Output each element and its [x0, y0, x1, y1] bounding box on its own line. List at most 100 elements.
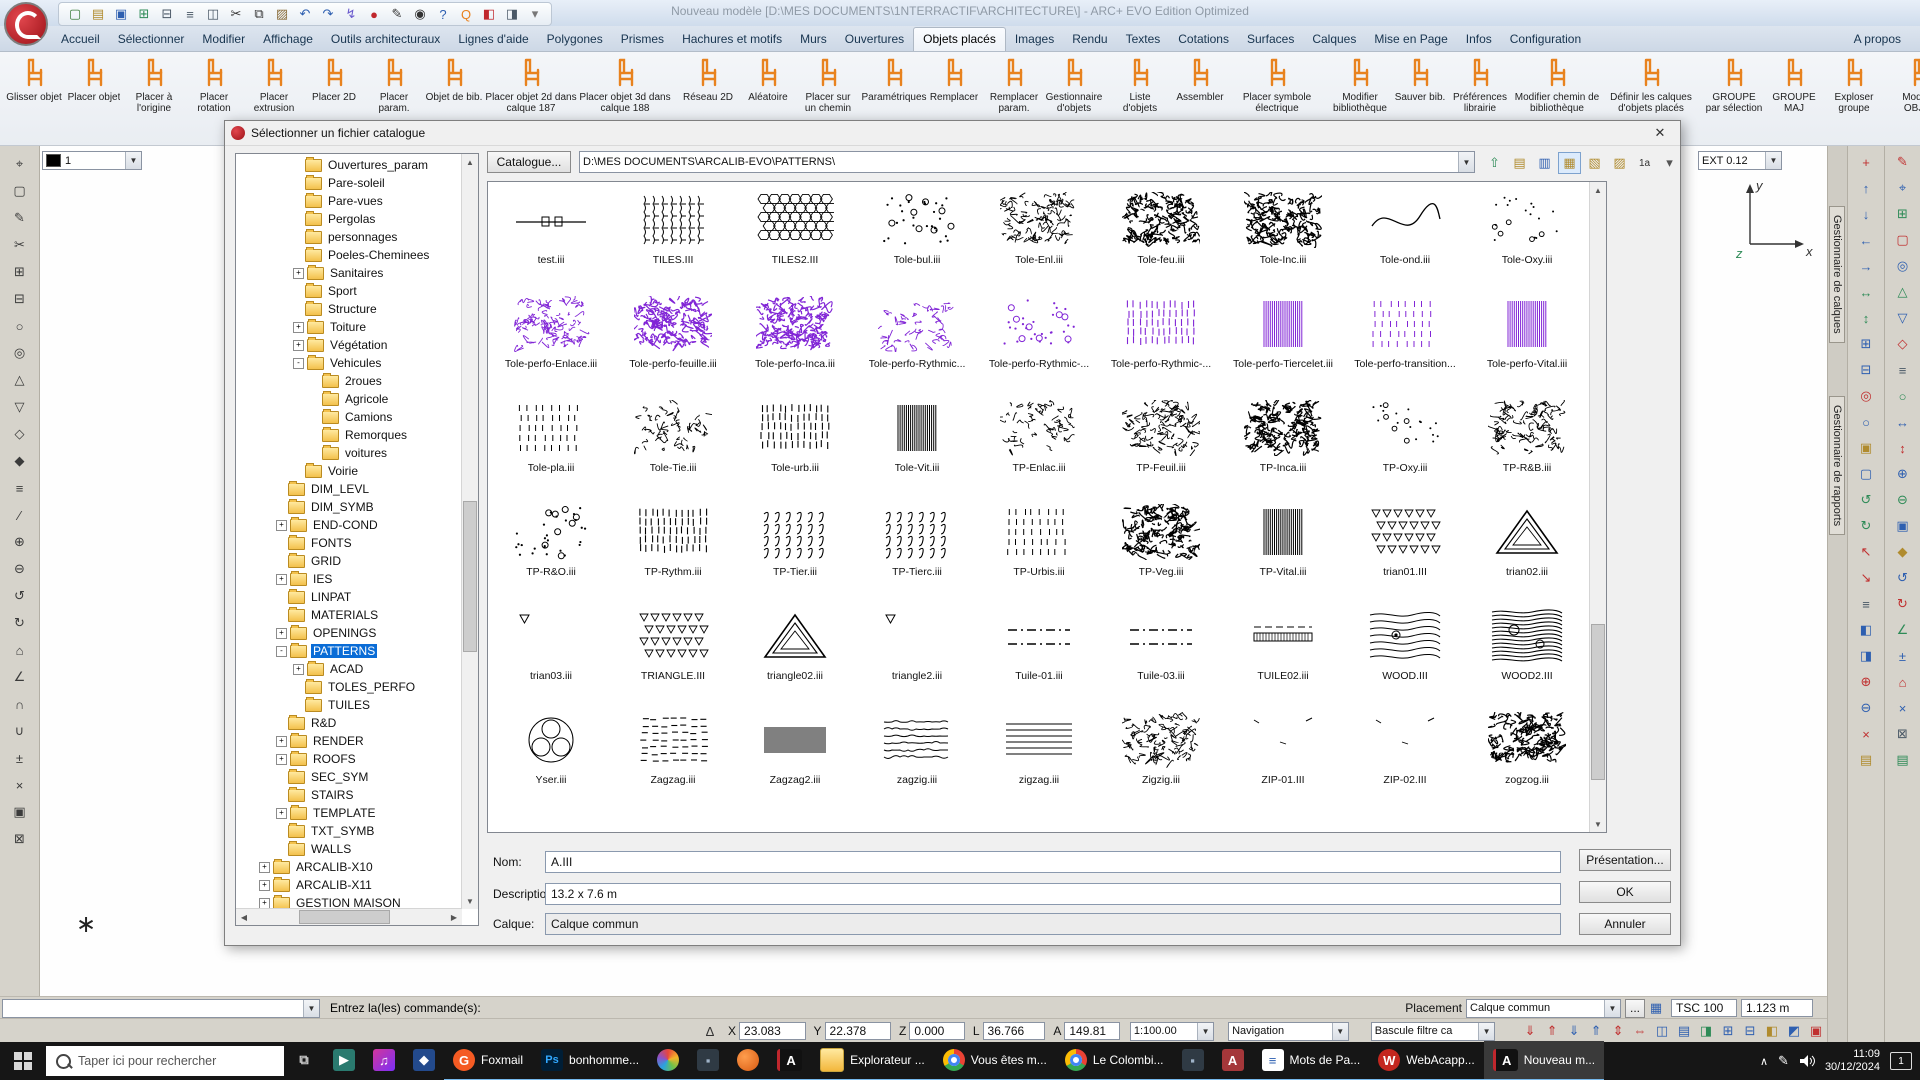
tab-accueil[interactable]: Accueil — [52, 28, 109, 51]
z-coordinate-field[interactable]: 0.000 — [909, 1022, 965, 1040]
ribbon-button-placer-l-origine[interactable]: Placer à l'origine — [124, 54, 184, 132]
right-tool-icon-col1-17[interactable]: ≡ — [1855, 594, 1877, 614]
expand-icon[interactable]: + — [293, 664, 304, 675]
new-folder-icon[interactable]: ▤ — [1508, 152, 1531, 174]
right-tool-icon-col2-19[interactable]: ± — [1892, 646, 1914, 666]
tree-item-fonts[interactable]: FONTS — [236, 534, 462, 552]
left-tool-icon-22[interactable]: ± — [9, 748, 31, 768]
pattern-item-tp-oxy-iii[interactable]: TP-Oxy.iii — [1344, 394, 1466, 498]
pattern-item-tp-inca-iii[interactable]: TP-Inca.iii — [1222, 394, 1344, 498]
taskbar-app-darkapp[interactable]: ▪ — [1173, 1041, 1213, 1080]
cancel-button[interactable]: Annuler — [1579, 913, 1671, 935]
right-tool-icon-col2-12[interactable]: ⊕ — [1892, 464, 1914, 484]
pattern-item-tiles2-iii[interactable]: TILES2.III — [734, 186, 856, 290]
status-icon-11[interactable]: ◧ — [1761, 1023, 1783, 1039]
tab-rendu[interactable]: Rendu — [1063, 28, 1116, 51]
right-tool-icon-col1-22[interactable]: × — [1855, 724, 1877, 744]
taskbar-app-vous-tes-m-[interactable]: Vous êtes m... — [934, 1041, 1056, 1080]
right-tool-icon-col1-2[interactable]: ↓ — [1855, 204, 1877, 224]
chevron-down-icon[interactable]: ▼ — [1604, 1000, 1620, 1017]
right-tool-icon-col2-6[interactable]: ▽ — [1892, 308, 1914, 328]
tab-gestionnaire-calques[interactable]: Gestionnaire de calques — [1829, 206, 1845, 343]
tree-item-toles-perfo[interactable]: TOLES_PERFO — [236, 678, 462, 696]
pattern-item-tole-vit-iii[interactable]: Tole-Vit.iii — [856, 394, 978, 498]
left-tool-icon-23[interactable]: × — [9, 775, 31, 795]
open-file-icon[interactable]: ▤ — [88, 5, 108, 23]
angle-field[interactable]: 149.81 — [1064, 1022, 1120, 1040]
pattern-item-tp-vital-iii[interactable]: TP-Vital.iii — [1222, 498, 1344, 602]
pattern-item-tole-inc-iii[interactable]: Tole-Inc.iii — [1222, 186, 1344, 290]
ribbon-button-placer-objet[interactable]: Placer objet — [64, 54, 124, 132]
pattern-item-wood-iii[interactable]: WOOD.III — [1344, 602, 1466, 706]
left-tool-icon-12[interactable]: ≡ — [9, 478, 31, 498]
left-tool-icon-21[interactable]: ∪ — [9, 721, 31, 741]
pattern-item-zip-01-iii[interactable]: ZIP-01.III — [1222, 706, 1344, 810]
left-tool-icon-20[interactable]: ∩ — [9, 694, 31, 714]
tree-item-acad[interactable]: +ACAD — [236, 660, 462, 678]
pattern-item-tole-pla-iii[interactable]: Tole-pla.iii — [490, 394, 612, 498]
right-tool-icon-col2-21[interactable]: × — [1892, 698, 1914, 718]
left-tool-icon-11[interactable]: ◆ — [9, 451, 31, 471]
expand-icon[interactable]: + — [276, 574, 287, 585]
right-tool-icon-col2-5[interactable]: △ — [1892, 282, 1914, 302]
tree-item-arcalib-x10[interactable]: +ARCALIB-X10 — [236, 858, 462, 876]
pattern-item-tuile-01-iii[interactable]: Tuile-01.iii — [978, 602, 1100, 706]
notification-center-icon[interactable]: 1 — [1890, 1052, 1912, 1070]
status-icon-7[interactable]: ▤ — [1673, 1023, 1695, 1039]
tab-images[interactable]: Images — [1006, 28, 1063, 51]
pattern-item-test-iii[interactable]: test.iii — [490, 186, 612, 290]
exit-icon[interactable]: ◨ — [502, 5, 522, 23]
description-field[interactable]: 13.2 x 7.6 m — [545, 883, 1561, 905]
tree-item-voitures[interactable]: voitures — [236, 444, 462, 462]
expand-icon[interactable]: + — [276, 754, 287, 765]
pattern-item-tole-perfo-feuille-iii[interactable]: Tole-perfo-feuille.iii — [612, 290, 734, 394]
tab-lignes-d-aide[interactable]: Lignes d'aide — [449, 28, 537, 51]
tab-modifier[interactable]: Modifier — [193, 28, 254, 51]
tree-item-end-cond[interactable]: +END-COND — [236, 516, 462, 534]
print-icon[interactable]: ⊟ — [157, 5, 177, 23]
tree-item-toiture[interactable]: +Toiture — [236, 318, 462, 336]
text-size-icon[interactable]: 1a — [1633, 152, 1656, 174]
nom-field[interactable]: A.III — [545, 851, 1561, 873]
status-icon-8[interactable]: ◨ — [1695, 1023, 1717, 1039]
tree-item-camions[interactable]: Camions — [236, 408, 462, 426]
right-tool-icon-col2-7[interactable]: ◇ — [1892, 334, 1914, 354]
tree-item-stairs[interactable]: STAIRS — [236, 786, 462, 804]
right-tool-icon-col2-8[interactable]: ≡ — [1892, 360, 1914, 380]
grid-vertical-scrollbar[interactable]: ▲ ▼ — [1589, 182, 1606, 832]
placement-calque-combobox[interactable]: Calque commun▼ — [1466, 999, 1621, 1018]
right-tool-icon-col1-23[interactable]: ▤ — [1855, 750, 1877, 770]
pattern-item-zigzag-iii[interactable]: zigzag.iii — [978, 706, 1100, 810]
left-tool-icon-8[interactable]: △ — [9, 370, 31, 390]
command-input[interactable]: ▼ — [2, 999, 320, 1018]
tab-infos[interactable]: Infos — [1457, 28, 1501, 51]
left-tool-icon-6[interactable]: ○ — [9, 316, 31, 336]
status-icon-6[interactable]: ◫ — [1651, 1023, 1673, 1039]
visibility-icon[interactable]: ◉ — [410, 5, 430, 23]
pattern-item-trian03-iii[interactable]: trian03.iii — [490, 602, 612, 706]
pattern-item-tole-perfo-rythmic-[interactable]: Tole-perfo-Rythmic-... — [978, 290, 1100, 394]
view-details-icon[interactable]: ▥ — [1533, 152, 1556, 174]
pattern-item-tp-feuil-iii[interactable]: TP-Feuil.iii — [1100, 394, 1222, 498]
tree-item-walls[interactable]: WALLS — [236, 840, 462, 858]
left-tool-icon-16[interactable]: ↺ — [9, 586, 31, 606]
scroll-down-icon[interactable]: ▼ — [462, 893, 478, 909]
tree-item-r-d[interactable]: R&D — [236, 714, 462, 732]
pattern-item-tole-bul-iii[interactable]: Tole-bul.iii — [856, 186, 978, 290]
tab-gestionnaire-rapports[interactable]: Gestionnaire de rapports — [1829, 396, 1845, 535]
tab-hachures-et-motifs[interactable]: Hachures et motifs — [673, 28, 791, 51]
pattern-item-tole-urb-iii[interactable]: Tole-urb.iii — [734, 394, 856, 498]
pattern-item-tp-tier-iii[interactable]: TP-Tier.iii — [734, 498, 856, 602]
left-tool-icon-4[interactable]: ⊞ — [9, 262, 31, 282]
tab-murs[interactable]: Murs — [791, 28, 836, 51]
left-tool-icon-25[interactable]: ⊠ — [9, 829, 31, 849]
pattern-item-tole-tie-iii[interactable]: Tole-Tie.iii — [612, 394, 734, 498]
left-tool-icon-14[interactable]: ⊕ — [9, 532, 31, 552]
tree-item-gestion-maison[interactable]: +GESTION MAISON — [236, 894, 462, 909]
run-icon[interactable]: ↯ — [341, 5, 361, 23]
pattern-item-zagzag-iii[interactable]: Zagzag.iii — [612, 706, 734, 810]
right-tool-icon-col2-20[interactable]: ⌂ — [1892, 672, 1914, 692]
tree-item-ouvertures-param[interactable]: Ouvertures_param — [236, 156, 462, 174]
taskbar-app-photos[interactable] — [648, 1041, 688, 1080]
tree-item-pergolas[interactable]: Pergolas — [236, 210, 462, 228]
